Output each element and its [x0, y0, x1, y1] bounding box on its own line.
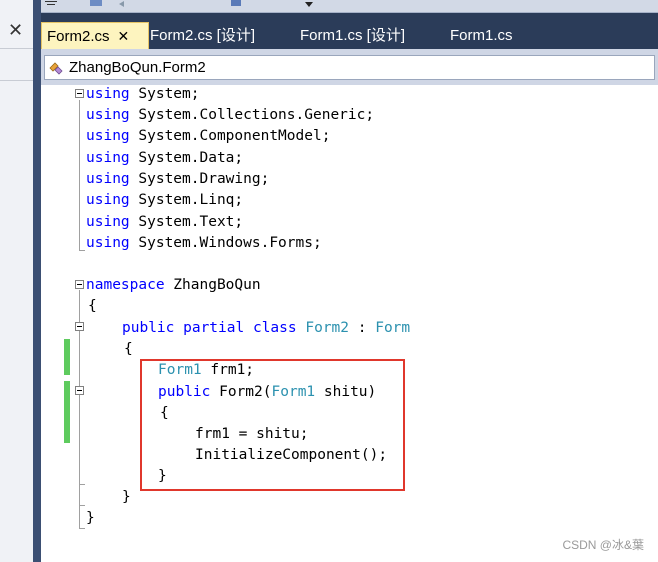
code-line[interactable]: using System.Windows.Forms;	[86, 233, 322, 253]
class-icon	[49, 62, 63, 75]
code-text: System.Drawing;	[129, 171, 270, 187]
code-text: System.ComponentModel;	[129, 128, 331, 144]
code-line[interactable]: using System;	[86, 84, 200, 104]
code-text: System.Collections.Generic;	[129, 107, 375, 123]
tab-label: Form2.cs [设计]	[150, 27, 256, 44]
code-line[interactable]: using System.Drawing;	[86, 169, 269, 189]
splitter[interactable]	[33, 0, 41, 562]
code-line[interactable]: using System.Collections.Generic;	[86, 105, 374, 125]
code-text: {	[124, 341, 133, 357]
tab-form1-design[interactable]: Form1.cs [设计]	[295, 23, 405, 49]
keyword: using	[86, 128, 130, 144]
side-panel: ✕	[0, 0, 33, 562]
tab-label: Form1.cs [设计]	[300, 27, 406, 44]
outline-line	[79, 100, 80, 250]
code-text: System.Text;	[129, 214, 244, 230]
code-line[interactable]: }	[122, 487, 131, 507]
outline-line	[79, 484, 85, 485]
code-line[interactable]: using System.ComponentModel;	[86, 126, 330, 146]
tab-form2-cs[interactable]: Form2.cs ✕	[41, 22, 149, 49]
divider	[0, 48, 33, 49]
collapse-icon[interactable]	[75, 89, 84, 98]
code-text: ZhangBoQun	[164, 277, 261, 293]
align-center-icon[interactable]	[45, 0, 57, 8]
code-line[interactable]: {	[124, 339, 133, 359]
outline-line	[79, 250, 85, 251]
collapse-icon[interactable]	[75, 322, 84, 331]
code-line[interactable]: }	[86, 508, 95, 528]
collapse-icon[interactable]	[75, 386, 84, 395]
keyword: using	[86, 107, 130, 123]
tab-form1-cs[interactable]: Form1.cs	[445, 23, 513, 49]
redo-icon[interactable]	[118, 0, 130, 8]
code-text: System.Windows.Forms;	[129, 235, 322, 251]
keyword: using	[86, 150, 130, 166]
keyword: using	[86, 214, 130, 230]
watermark: CSDN @冰&葉	[562, 538, 644, 552]
collapse-icon[interactable]	[75, 280, 84, 289]
close-panel-icon[interactable]: ✕	[8, 21, 23, 39]
code-text: }	[86, 510, 95, 526]
toolbar	[0, 0, 658, 13]
code-text: System.Data;	[129, 150, 244, 166]
code-text: {	[88, 298, 97, 314]
code-line[interactable]: using System.Linq;	[86, 190, 243, 210]
code-text: System;	[129, 86, 200, 102]
type-dropdown[interactable]: ZhangBoQun.Form2	[44, 55, 655, 80]
breadcrumb: ZhangBoQun.Form2	[69, 59, 206, 76]
divider	[0, 80, 33, 81]
undo-icon[interactable]	[90, 0, 102, 8]
keyword: using	[86, 192, 130, 208]
code-line[interactable]: using System.Data;	[86, 148, 243, 168]
document-tab-bar: Form2.cs ✕ Form2.cs [设计] Form1.cs [设计] Fo…	[41, 13, 658, 49]
change-marker	[64, 339, 70, 375]
keyword: using	[86, 235, 130, 251]
tab-label: Form1.cs	[450, 27, 513, 44]
code-text: }	[122, 489, 131, 505]
highlight-box	[140, 359, 405, 491]
code-text: :	[349, 320, 367, 336]
type-name: Form	[366, 320, 411, 336]
keyword: using	[86, 171, 130, 187]
dropdown-icon[interactable]	[303, 0, 315, 8]
keyword: using	[86, 86, 130, 102]
outline-line	[79, 396, 80, 484]
type-name: Form2	[296, 320, 350, 336]
keyword: partial	[174, 320, 245, 336]
code-line[interactable]: namespace ZhangBoQun	[86, 275, 261, 295]
keyword: public	[122, 320, 175, 336]
code-line[interactable]: public partial class Form2 : Form	[122, 318, 410, 338]
close-tab-icon[interactable]: ✕	[118, 28, 130, 44]
tab-label: Form2.cs	[47, 28, 110, 45]
keyword: namespace	[86, 277, 165, 293]
code-text: System.Linq;	[129, 192, 244, 208]
bookmark-icon[interactable]	[230, 0, 242, 8]
code-line[interactable]: {	[88, 296, 97, 316]
navigation-bar: ZhangBoQun.Form2	[41, 49, 658, 85]
keyword: class	[244, 320, 297, 336]
change-marker	[64, 381, 70, 443]
tab-form2-design[interactable]: Form2.cs [设计]	[145, 23, 255, 49]
code-line[interactable]: using System.Text;	[86, 212, 243, 232]
outline-line	[79, 505, 85, 506]
outline-line	[79, 528, 85, 529]
